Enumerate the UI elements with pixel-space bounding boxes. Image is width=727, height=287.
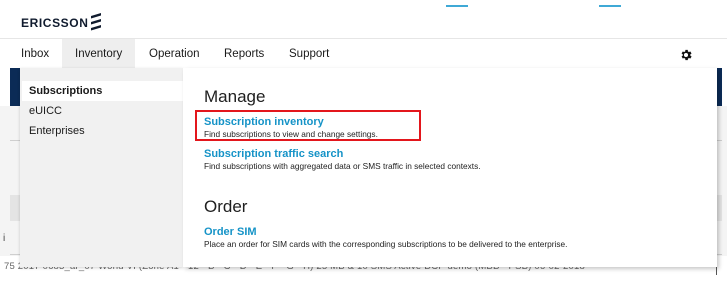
tab-inventory[interactable]: Inventory — [62, 39, 135, 68]
main-nav: Inbox Inventory Operation Reports Suppor… — [0, 39, 727, 68]
submenu-item-euicc[interactable]: eUICC — [22, 101, 183, 121]
highlight-box — [195, 110, 421, 141]
subscription-traffic-search-description: Find subscriptions with aggregated data … — [204, 161, 481, 171]
app-header: ERICSSON — [0, 0, 727, 38]
order-sim-link[interactable]: Order SIM — [204, 226, 257, 238]
header-accent — [599, 5, 621, 7]
gear-icon[interactable] — [679, 48, 693, 62]
subscriptions-menu-panel: Manage Subscription inventory Find subsc… — [183, 68, 717, 267]
background-text: i — [3, 233, 6, 244]
submenu-item-enterprises[interactable]: Enterprises — [22, 121, 183, 141]
section-title-manage: Manage — [204, 87, 266, 106]
tab-support[interactable]: Support — [289, 39, 333, 68]
tab-reports[interactable]: Reports — [224, 39, 272, 68]
order-sim-description: Place an order for SIM cards with the co… — [204, 239, 568, 249]
subscription-traffic-search-link[interactable]: Subscription traffic search — [204, 148, 343, 160]
ericsson-logo-icon — [91, 13, 101, 31]
header-accent — [446, 5, 468, 7]
submenu-item-subscriptions[interactable]: Subscriptions — [22, 81, 183, 101]
inventory-submenu: Subscriptions eUICC Enterprises — [20, 68, 183, 267]
section-title-order: Order — [204, 197, 248, 216]
tab-operation[interactable]: Operation — [149, 39, 205, 68]
logo-text: ERICSSON — [21, 16, 89, 30]
tab-inbox[interactable]: Inbox — [12, 39, 56, 68]
